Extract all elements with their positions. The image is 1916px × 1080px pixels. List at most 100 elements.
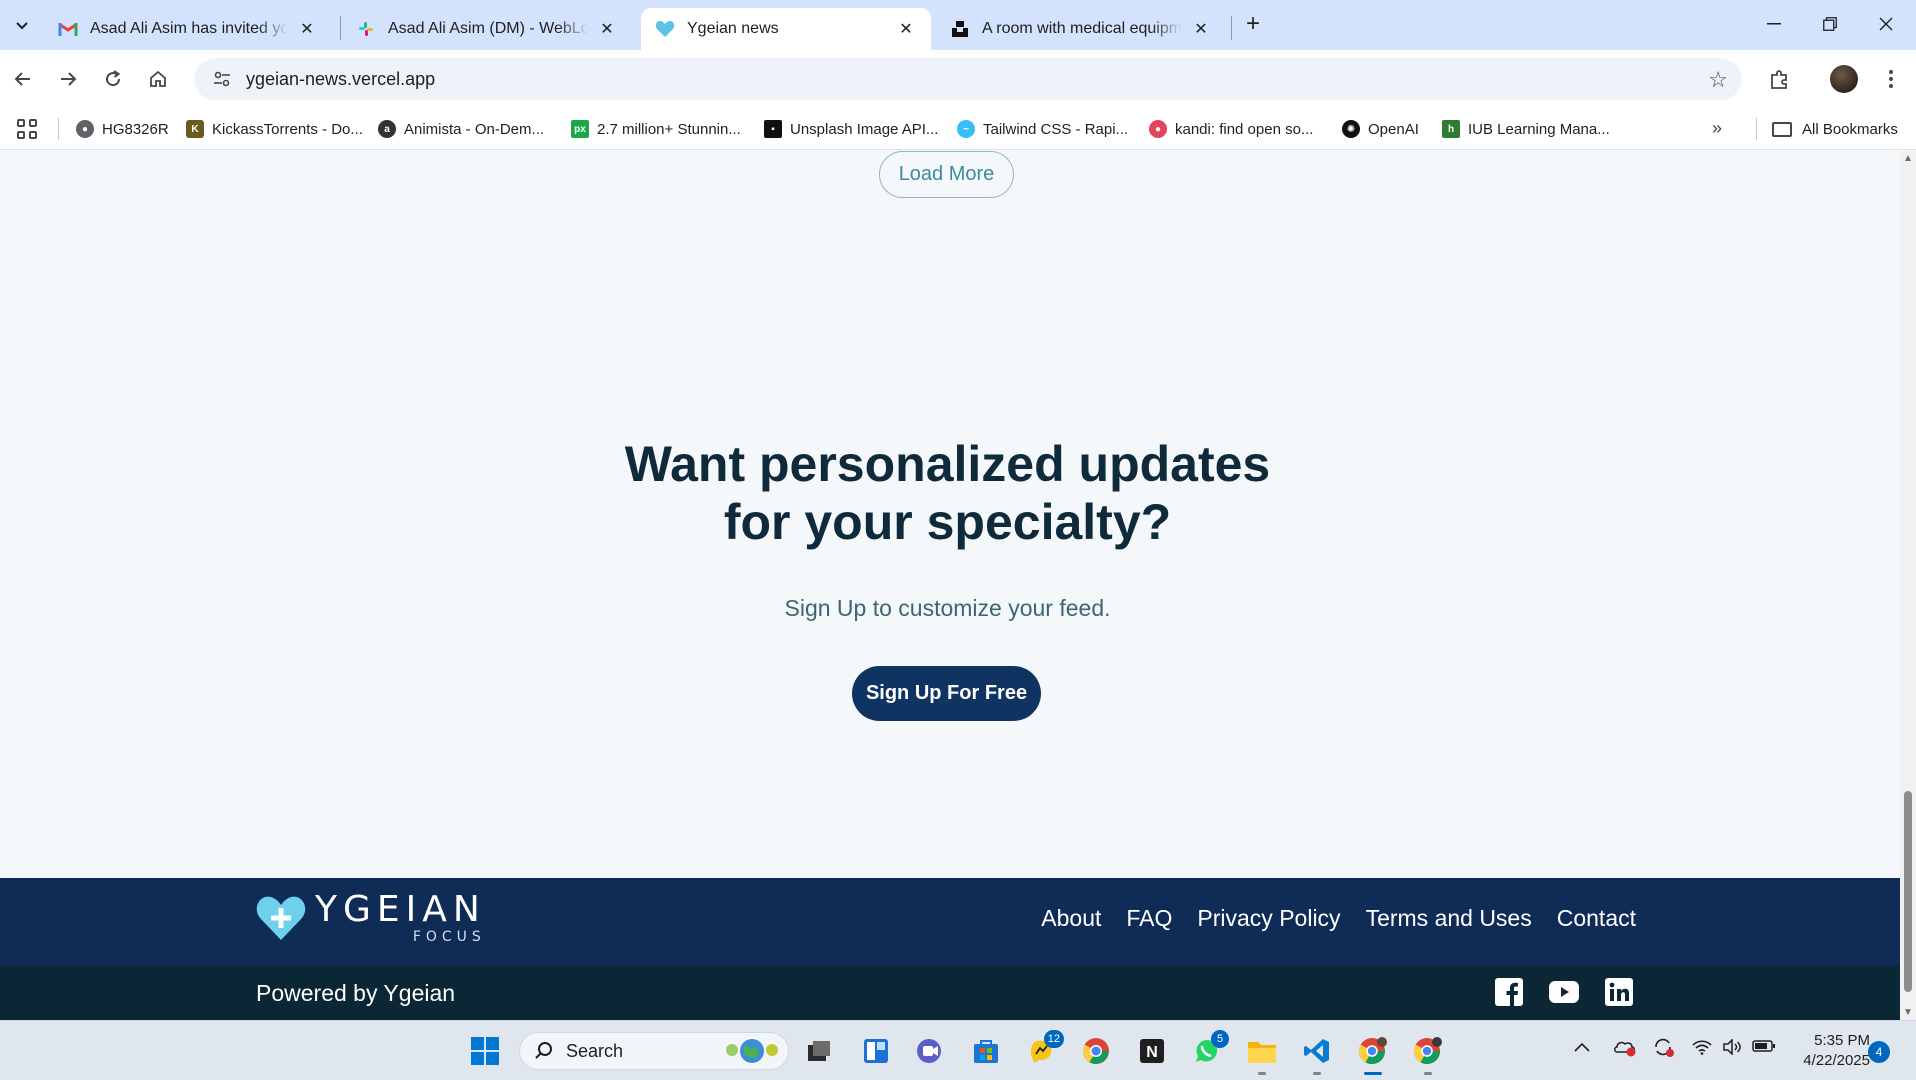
bookmark-item[interactable]: a Animista - On-Dem...: [378, 116, 544, 142]
kandi-icon: ●: [1149, 120, 1167, 138]
running-indicator: [1258, 1072, 1266, 1075]
start-button[interactable]: [466, 1033, 504, 1069]
tab-divider: [340, 16, 341, 40]
taskbar-search[interactable]: Search: [519, 1032, 789, 1070]
browser-toolbar: ygeian-news.vercel.app ☆: [0, 50, 1916, 108]
back-arrow-icon: [14, 72, 30, 86]
bookmark-item[interactable]: K KickassTorrents - Do...: [186, 116, 363, 142]
tab-divider: [1231, 16, 1232, 40]
url-text: ygeian-news.vercel.app: [246, 68, 436, 89]
chrome-profile-icon[interactable]: [1354, 1033, 1392, 1075]
whatsapp-icon[interactable]: 5: [1187, 1030, 1229, 1069]
notification-badge: 5: [1211, 1030, 1229, 1048]
sync-alert-icon[interactable]: [1652, 1036, 1676, 1063]
new-tab-button[interactable]: +: [1238, 12, 1268, 38]
reload-icon: [106, 70, 121, 87]
messenger-icon[interactable]: 12: [1022, 1030, 1064, 1069]
all-bookmarks-button[interactable]: All Bookmarks: [1772, 116, 1898, 142]
footer-link-about[interactable]: About: [1041, 905, 1101, 932]
bookmark-item[interactable]: h IUB Learning Mana...: [1442, 116, 1610, 142]
battery-icon[interactable]: [1752, 1039, 1776, 1058]
scroll-down-arrow-icon[interactable]: ▼: [1903, 1007, 1913, 1018]
tab-slack[interactable]: Asad Ali Asim (DM) - WebLoop ✕: [342, 8, 632, 50]
footer-link-faq[interactable]: FAQ: [1126, 905, 1172, 932]
scroll-up-arrow-icon[interactable]: ▲: [1903, 153, 1913, 164]
linkedin-icon[interactable]: [1604, 977, 1634, 1007]
notification-count-badge[interactable]: 4: [1868, 1041, 1890, 1063]
facebook-icon[interactable]: [1494, 977, 1524, 1007]
minimize-button[interactable]: [1746, 8, 1802, 40]
close-icon[interactable]: ✕: [895, 18, 917, 40]
site-settings-icon[interactable]: [202, 71, 242, 87]
all-bookmarks-label: All Bookmarks: [1802, 120, 1898, 138]
bookmark-item[interactable]: ● kandi: find open so...: [1149, 116, 1313, 142]
tab-search-dropdown[interactable]: [8, 12, 36, 38]
wifi-icon[interactable]: [1692, 1039, 1712, 1060]
file-explorer-icon[interactable]: [1243, 1033, 1281, 1075]
back-button[interactable]: [5, 61, 41, 97]
tailwind-icon: ~: [957, 120, 975, 138]
tab-gmail[interactable]: Asad Ali Asim has invited you to ✕: [44, 8, 332, 50]
task-view-icon[interactable]: [800, 1033, 838, 1069]
pexels-icon: px: [571, 120, 589, 138]
profile-avatar[interactable]: [1830, 65, 1858, 93]
footer-link-contact[interactable]: Contact: [1557, 905, 1636, 932]
animista-icon: a: [378, 120, 396, 138]
close-icon[interactable]: ✕: [296, 18, 318, 40]
apps-grid-icon[interactable]: [16, 118, 38, 140]
teams-meet-icon[interactable]: [911, 1033, 949, 1069]
tab-ygeian-news[interactable]: Ygeian news ✕: [641, 8, 931, 50]
chrome-profile-icon[interactable]: [1409, 1033, 1447, 1075]
forward-button[interactable]: [50, 61, 86, 97]
tab-title: Ygeian news: [687, 20, 779, 37]
notion-icon[interactable]: N: [1133, 1033, 1171, 1069]
logo-subtext: FOCUS: [412, 929, 486, 945]
close-icon: [1879, 17, 1893, 31]
volume-icon[interactable]: [1722, 1038, 1742, 1060]
ygeian-heart-logo-icon: [256, 896, 306, 940]
cta-heading-line: for your specialty?: [723, 494, 1172, 550]
extensions-button[interactable]: [1762, 61, 1798, 97]
chevron-down-icon: [16, 22, 28, 30]
notification-badge: 12: [1043, 1030, 1064, 1048]
chrome-icon[interactable]: [1077, 1033, 1115, 1069]
bookmark-star-icon[interactable]: ☆: [1708, 67, 1728, 93]
youtube-icon[interactable]: [1549, 977, 1579, 1007]
widgets-icon[interactable]: [857, 1033, 895, 1069]
load-more-button[interactable]: Load More: [879, 151, 1014, 198]
bookmark-item[interactable]: ▪ Unsplash Image API...: [764, 116, 938, 142]
bookmark-label: 2.7 million+ Stunnin...: [597, 120, 741, 138]
system-clock[interactable]: 5:35 PM 4/22/2025: [1790, 1031, 1870, 1071]
scrollbar-thumb[interactable]: [1904, 791, 1912, 992]
vscode-icon[interactable]: [1298, 1033, 1336, 1075]
bookmarks-overflow-icon[interactable]: »: [1712, 118, 1722, 139]
home-button[interactable]: [140, 61, 176, 97]
close-icon[interactable]: ✕: [596, 18, 618, 40]
tab-title: Asad Ali Asim (DM) - WebLoop: [388, 20, 588, 37]
ygeian-logo[interactable]: YGEIAN FOCUS: [255, 892, 486, 944]
footer-bottom-bar: Powered by Ygeian: [0, 966, 1900, 1020]
microsoft-store-icon[interactable]: [967, 1033, 1005, 1069]
bookmark-item[interactable]: ● HG8326R: [76, 116, 169, 142]
browser-menu-button[interactable]: [1876, 62, 1906, 96]
clock-date: 4/22/2025: [1803, 1052, 1870, 1069]
address-bar[interactable]: ygeian-news.vercel.app ☆: [194, 58, 1742, 100]
restore-button[interactable]: [1802, 8, 1858, 40]
bookmark-item[interactable]: ✺ OpenAI: [1342, 116, 1419, 142]
footer-link-privacy[interactable]: Privacy Policy: [1197, 905, 1340, 932]
restore-icon: [1823, 17, 1837, 31]
bookmark-item[interactable]: ~ Tailwind CSS - Rapi...: [957, 116, 1128, 142]
reload-button[interactable]: [95, 61, 131, 97]
sign-up-button[interactable]: Sign Up For Free: [852, 666, 1041, 721]
chevron-up-icon[interactable]: [1574, 1039, 1590, 1057]
close-window-button[interactable]: [1858, 8, 1914, 40]
page-scrollbar[interactable]: ▲ ▼: [1900, 151, 1916, 1020]
bookmark-item[interactable]: px 2.7 million+ Stunnin...: [571, 116, 741, 142]
tab-unsplash[interactable]: A room with medical equipment ✕: [936, 8, 1226, 50]
footer-links: About FAQ Privacy Policy Terms and Uses …: [1041, 905, 1636, 932]
windows-logo-icon: [471, 1037, 499, 1065]
kickass-icon: K: [186, 120, 204, 138]
onedrive-error-icon[interactable]: [1613, 1037, 1637, 1062]
close-icon[interactable]: ✕: [1190, 18, 1212, 40]
footer-link-terms[interactable]: Terms and Uses: [1366, 905, 1532, 932]
